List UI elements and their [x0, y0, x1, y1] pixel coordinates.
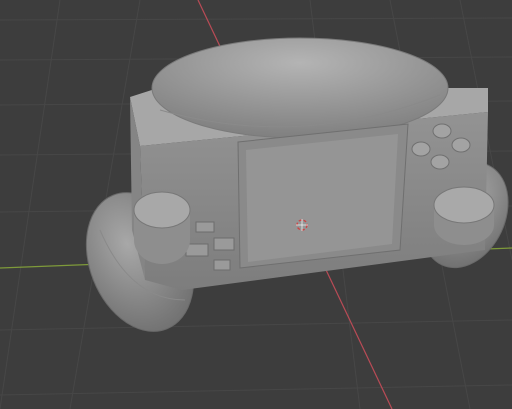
button-top: [432, 123, 452, 139]
top-dome: [151, 37, 449, 139]
right-thumbstick: [433, 186, 495, 245]
left-thumbstick: [133, 191, 191, 264]
button-bottom: [430, 154, 450, 170]
viewport-canvas: [0, 0, 512, 409]
button-left: [411, 141, 431, 157]
button-right: [451, 137, 471, 153]
3d-viewport[interactable]: [0, 0, 512, 409]
screen-panel: [246, 134, 398, 262]
